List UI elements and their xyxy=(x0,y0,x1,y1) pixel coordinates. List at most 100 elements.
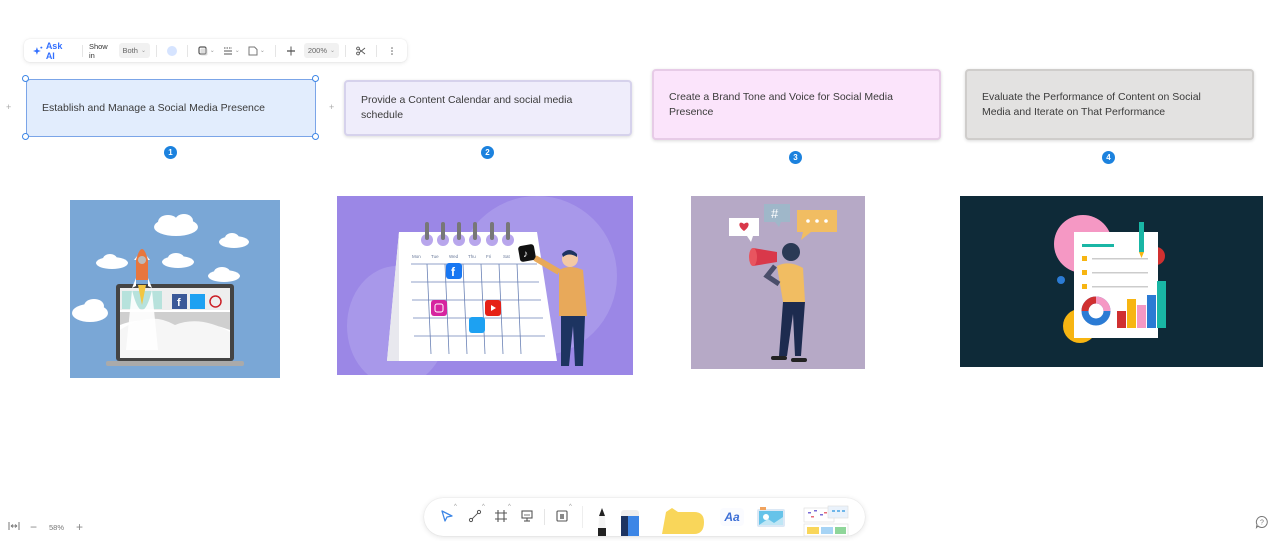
align-button[interactable] xyxy=(282,46,300,56)
fit-width-icon xyxy=(8,522,20,530)
caret-up-icon: ^ xyxy=(508,504,511,510)
zoom-select[interactable]: 200% ⌄ xyxy=(303,43,340,58)
hashtag-symbol: # xyxy=(771,206,779,221)
border-style-icon xyxy=(198,45,208,55)
svg-text:f: f xyxy=(177,297,181,309)
more-button[interactable] xyxy=(383,46,401,56)
connector-tool[interactable]: ^ xyxy=(468,504,485,523)
resize-handle[interactable] xyxy=(312,75,319,82)
step-badge-4: 4 xyxy=(1102,151,1115,164)
text-tool[interactable]: Aa xyxy=(720,508,744,526)
step-card-text: Provide a Content Calendar and social me… xyxy=(361,94,573,121)
show-in-control: Show in Both ⌄ xyxy=(89,42,150,60)
megaphone-person-illustration[interactable]: # xyxy=(691,196,865,369)
more-icon xyxy=(391,46,393,55)
step-card-1[interactable]: Establish and Manage a Social Media Pres… xyxy=(26,79,316,137)
weekday-label: Fri xyxy=(486,254,491,259)
divider xyxy=(345,44,347,57)
divider xyxy=(274,44,276,57)
content-calendar-illustration[interactable]: Mon Tue Wed Thu Fri Sat f ♪ xyxy=(337,196,633,375)
marker-icon xyxy=(621,510,639,536)
ask-ai-label: Ask AI xyxy=(45,40,63,61)
frame-icon xyxy=(495,510,507,522)
divider xyxy=(582,506,583,528)
line-style-button[interactable]: ⌄ xyxy=(219,46,244,56)
cursor-icon xyxy=(441,510,453,522)
rocket-laptop-illustration[interactable]: f xyxy=(70,200,280,378)
help-chat-icon: ? xyxy=(1255,515,1268,529)
connector-icon xyxy=(468,509,482,523)
chevron-down-icon: ⌄ xyxy=(259,48,265,54)
weekday-label: Mon xyxy=(412,254,421,259)
step-badge-3: 3 xyxy=(789,151,802,164)
line-style-icon xyxy=(223,47,232,54)
divider xyxy=(186,44,188,57)
text-tool-label: Aa xyxy=(724,510,740,524)
zoom-in-button[interactable]: + xyxy=(76,520,83,534)
format-toolbar: Ask AI Show in Both ⌄ ⌄ ⌄ ⌄ 200% ⌄ xyxy=(24,39,407,62)
divider xyxy=(155,44,157,57)
add-before-button[interactable]: + xyxy=(6,102,11,112)
divider xyxy=(81,44,83,57)
step-badge-1: 1 xyxy=(164,146,177,159)
show-in-select[interactable]: Both ⌄ xyxy=(118,43,150,58)
report-analytics-illustration[interactable] xyxy=(960,196,1263,367)
cut-button[interactable] xyxy=(352,46,370,56)
resize-handle[interactable] xyxy=(312,133,319,140)
divider xyxy=(376,44,378,57)
shape-icon xyxy=(248,46,258,55)
select-tool[interactable]: ^ xyxy=(440,504,457,523)
pen-icon xyxy=(598,508,606,536)
step-card-text: Evaluate the Performance of Content on S… xyxy=(982,90,1201,118)
bottom-toolbar: ^ ^ ^ ^ Aa xyxy=(424,498,865,536)
weekday-label: Tue xyxy=(431,254,439,259)
help-button[interactable]: ? xyxy=(1255,515,1269,529)
document-icon xyxy=(556,510,568,522)
scissors-icon xyxy=(356,46,366,55)
show-in-value: Both xyxy=(122,46,138,55)
step-badge-2: 2 xyxy=(481,146,494,159)
templates-icon xyxy=(803,505,849,536)
zoom-level: 58% xyxy=(49,522,65,532)
image-tool[interactable] xyxy=(756,507,786,529)
step-card-text: Establish and Manage a Social Media Pres… xyxy=(42,101,265,114)
step-card-4[interactable]: Evaluate the Performance of Content on S… xyxy=(965,69,1254,140)
pen-tool[interactable] xyxy=(596,508,608,536)
chevron-down-icon: ⌄ xyxy=(140,48,146,54)
align-icon xyxy=(286,46,295,55)
step-card-text: Create a Brand Tone and Voice for Social… xyxy=(669,90,893,118)
add-after-button[interactable]: + xyxy=(329,102,334,112)
sticky-note-tool[interactable] xyxy=(658,508,706,536)
fit-width-button[interactable] xyxy=(8,521,20,533)
image-icon xyxy=(757,507,785,527)
resize-handle[interactable] xyxy=(22,133,29,140)
caret-up-icon: ^ xyxy=(569,504,572,510)
svg-text:?: ? xyxy=(1260,520,1264,527)
sticky-note-icon xyxy=(662,508,704,534)
resize-handle[interactable] xyxy=(22,75,29,82)
weekday-label: Sat xyxy=(503,254,511,259)
chevron-down-icon: ⌄ xyxy=(234,48,240,54)
caret-up-icon: ^ xyxy=(454,504,457,510)
templates-tool[interactable] xyxy=(802,504,850,536)
weekday-label: Thu xyxy=(468,254,476,259)
svg-text:♪: ♪ xyxy=(523,249,528,260)
border-style-button[interactable]: ⌄ xyxy=(194,45,219,56)
fill-color-button[interactable] xyxy=(166,45,177,56)
presentation-tool[interactable] xyxy=(520,509,534,523)
frame-tool[interactable]: ^ xyxy=(494,504,511,523)
weekday-label: Wed xyxy=(449,254,459,259)
ask-ai-button[interactable]: Ask AI xyxy=(30,41,76,61)
sparkle-icon xyxy=(33,46,43,55)
zoom-controls: − 58% + xyxy=(8,520,83,534)
step-card-2[interactable]: Provide a Content Calendar and social me… xyxy=(344,80,632,136)
zoom-value: 200% xyxy=(307,46,328,55)
note-tool[interactable]: ^ xyxy=(555,504,572,523)
shape-button[interactable]: ⌄ xyxy=(244,46,269,56)
chevron-down-icon: ⌄ xyxy=(330,48,336,54)
divider xyxy=(544,509,545,525)
step-card-3[interactable]: Create a Brand Tone and Voice for Social… xyxy=(652,69,941,140)
marker-tool[interactable] xyxy=(620,510,640,536)
zoom-out-button[interactable]: − xyxy=(30,520,37,534)
presentation-icon xyxy=(521,510,533,522)
